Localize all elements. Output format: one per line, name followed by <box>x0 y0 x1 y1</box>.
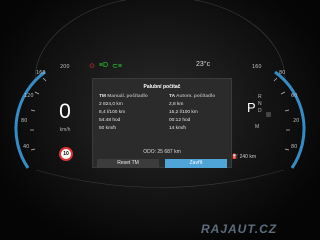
gear-list: R N D <box>258 94 262 115</box>
trip-auto-code: TA <box>169 94 175 99</box>
speed-tick-120: 120 <box>24 93 34 99</box>
battery-icon <box>266 112 271 117</box>
parking-brake-icon: ⊙ <box>89 62 95 70</box>
outside-temperature: 23°c <box>196 61 211 68</box>
right-tick-marks <box>273 77 290 151</box>
power-tick-80: 80 <box>279 70 286 76</box>
gear-r: R <box>258 94 262 100</box>
gear-indicator: P <box>247 100 256 115</box>
trip-manual-time: 54:48 hod <box>99 118 121 123</box>
odometer: ODO: 25 687 km <box>143 149 181 155</box>
close-button[interactable]: Zavřít <box>165 159 227 168</box>
fuel-pump-icon: ⛽ <box>232 154 239 160</box>
fog-light-icon: ⊂≡ <box>112 62 122 70</box>
trip-auto-consumption: 15,2 l/100 km <box>169 110 198 115</box>
low-beam-icon: ≡D <box>98 62 109 69</box>
trip-manual-consumption: 8,4 l/100 km <box>99 110 126 115</box>
range-value: 240 km <box>239 154 257 160</box>
speed-tick-40: 40 <box>23 144 30 150</box>
speed-unit: km/h <box>59 127 71 133</box>
power-tick-20: 20 <box>293 118 300 124</box>
trip-manual-label: Manuál. počítadlo <box>107 94 148 99</box>
reset-trip-button[interactable]: Reset TM <box>97 159 159 168</box>
trip-manual-distance: 2 824,0 km <box>99 102 123 107</box>
power-tick-160: 160 <box>252 64 262 70</box>
instrument-cluster: 200 160 120 80 40 160 80 60 20 80 ⊙ ≡D ⊂… <box>0 0 320 240</box>
drive-mode: M <box>255 124 260 130</box>
trip-auto-avg-speed: 14 km/h <box>169 126 187 131</box>
trip-computer-panel: Palubní počítač TM Manuál. počítadlo 2 8… <box>92 78 232 168</box>
trip-auto-label: Autom. počítadlo <box>176 94 216 99</box>
trip-manual-column: TM Manuál. počítadlo 2 824,0 km 8,4 l/10… <box>99 93 148 133</box>
gear-d: D <box>258 108 262 114</box>
trip-auto-distance: 2,8 km <box>169 102 184 107</box>
speed-value: 0 <box>59 100 71 123</box>
speed-tick-160: 160 <box>36 70 46 76</box>
gear-n: N <box>258 101 262 107</box>
range-readout: ⛽ 240 km <box>232 154 256 160</box>
speed-tick-80: 80 <box>21 118 28 124</box>
trip-auto-time: 00:12 hod <box>169 118 191 123</box>
trip-manual-header: TM Manuál. počítadlo <box>99 93 148 101</box>
trip-manual-avg-speed: 50 km/h <box>99 126 117 131</box>
warning-icons: ⊙ ≡D ⊂≡ <box>89 61 122 70</box>
power-tick-80b: 80 <box>291 144 298 150</box>
watermark-logo: RAJAUT.CZ <box>201 222 278 236</box>
left-tick-marks <box>30 77 47 151</box>
speed-limit-sign: 10 <box>59 147 73 161</box>
trip-auto-header: TA Autom. počítadlo <box>169 93 215 101</box>
trip-auto-column: TA Autom. počítadlo 2,8 km 15,2 l/100 km… <box>169 93 215 133</box>
trip-manual-code: TM <box>99 94 106 99</box>
power-tick-60: 60 <box>291 93 298 99</box>
speed-tick-200: 200 <box>60 64 70 70</box>
panel-title: Palubní počítač <box>143 84 181 90</box>
